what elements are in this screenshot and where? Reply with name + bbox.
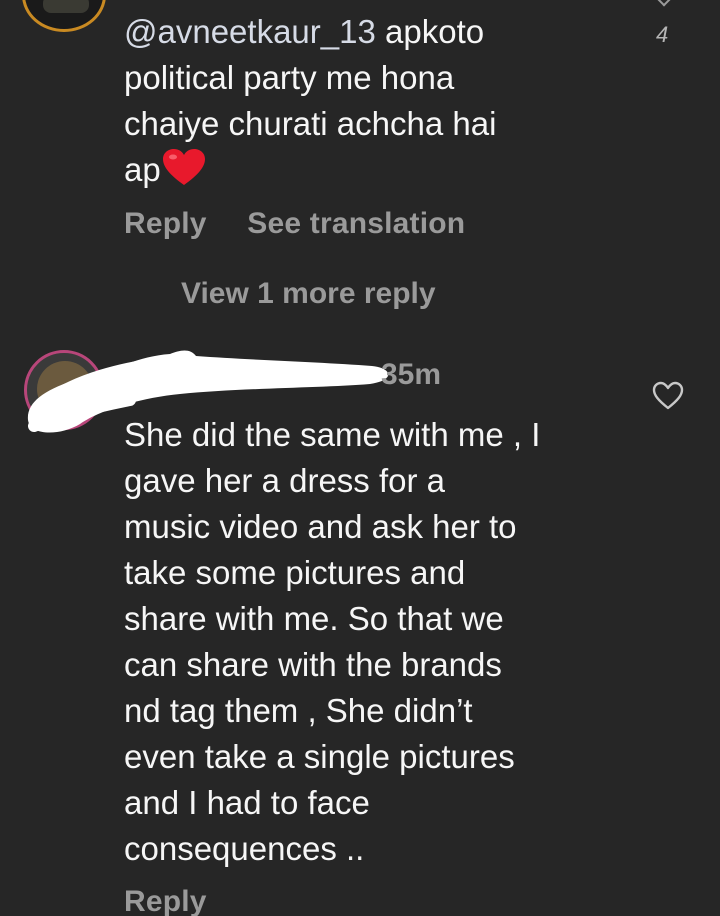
comment-text-line: consequences .. [124, 830, 365, 867]
comment-text-line: chaiye churati achcha hai [124, 105, 497, 142]
comment-timestamp: 35m [381, 358, 442, 391]
chevron-icon [655, 0, 673, 7]
see-translation-button[interactable]: See translation [247, 207, 465, 241]
comment-text-line: and I had to face [124, 784, 370, 821]
comment-text-line: even take a single pictures [124, 738, 515, 775]
comment-text-line: gave her a dress for a [124, 462, 446, 499]
comment-actions: Reply [124, 885, 207, 916]
commenter-avatar[interactable] [22, 0, 106, 32]
comment-text: She did the same with me , I gave her a … [124, 412, 644, 872]
comment-actions: Reply See translation [124, 207, 465, 241]
comment-text-line: share with me. So that we [124, 600, 504, 637]
view-more-replies-button[interactable]: View 1 more reply [181, 277, 436, 311]
comment-text-line: nd tag them , She didn’t [124, 692, 473, 729]
comments-screen: 4 @avneetkaur_13 apkoto political party … [0, 0, 720, 916]
comment-text-line: apkoto [375, 13, 485, 50]
comment-text-line: can share with the brands [124, 646, 502, 683]
reply-button[interactable]: Reply [124, 207, 207, 241]
comment-text-line: music video and ask her to [124, 508, 517, 545]
comment-text: @avneetkaur_13 apkoto political party me… [124, 9, 624, 193]
mention-link[interactable]: @avneetkaur_13 [124, 13, 376, 50]
like-count: 4 [656, 22, 669, 47]
comment-text-line: ap [124, 151, 161, 188]
reply-button[interactable]: Reply [124, 885, 207, 916]
comment-text-line: political party me hona [124, 59, 455, 96]
avatar-image [43, 0, 89, 13]
red-heart-emoji-icon [162, 149, 206, 187]
comment-text-line: She did the same with me , I [124, 416, 541, 453]
comment-text-line: take some pictures and [124, 554, 466, 591]
heart-outline-icon[interactable] [652, 381, 684, 411]
